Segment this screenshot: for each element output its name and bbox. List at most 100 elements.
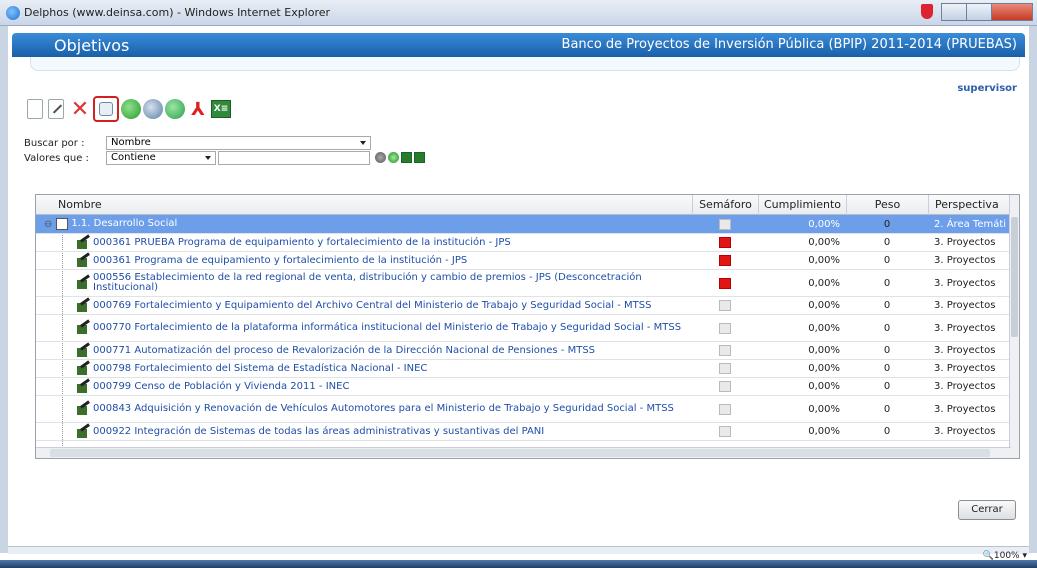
row-name-link[interactable]: 1.1. Desarrollo Social (71, 219, 177, 229)
ie-icon (6, 6, 20, 20)
back-icon[interactable] (165, 99, 185, 119)
minimize-button[interactable] (941, 3, 967, 21)
table-row[interactable]: 000799 Censo de Población y Vivienda 201… (36, 378, 1011, 396)
cell-perspectiva: 3. Proyectos (934, 381, 996, 392)
horizontal-scrollbar[interactable] (36, 447, 1011, 458)
close-window-button[interactable] (991, 3, 1033, 21)
cell-nombre: 000798 Fortalecimiento del Sistema de Es… (76, 360, 684, 377)
cell-perspectiva: 3. Proyectos (934, 300, 996, 311)
row-name-link[interactable]: 000556 Establecimiento de la red regiona… (93, 273, 684, 293)
column-header-perspectiva[interactable]: Perspectiva (928, 195, 1011, 215)
cell-semaforo (692, 423, 758, 440)
search-icon[interactable] (93, 96, 119, 122)
new-icon[interactable] (27, 99, 43, 119)
cell-cumplimiento: 0,00% (808, 322, 840, 334)
edit-check-icon (76, 322, 89, 334)
row-name-link[interactable]: 000798 Fortalecimiento del Sistema de Es… (93, 363, 427, 374)
refresh-icon[interactable] (121, 99, 141, 119)
row-name-link[interactable]: 000770 Fortalecimiento de la plataforma … (93, 323, 681, 333)
cell-cumplimiento: 0,00% (808, 426, 840, 437)
buscar-select[interactable]: Nombre (106, 136, 371, 150)
table-row[interactable]: ⊖ 1.1. Desarrollo Social 0,00% 0 2. Área Tem… (36, 215, 1011, 234)
cell-semaforo (692, 378, 758, 395)
row-name-link[interactable]: 000799 Censo de Población y Vivienda 201… (93, 381, 349, 392)
edit-icon[interactable] (48, 99, 64, 119)
table-row[interactable]: 000798 Fortalecimiento del Sistema de Es… (36, 360, 1011, 378)
chevron-down-icon (205, 156, 211, 160)
cell-semaforo (692, 342, 758, 359)
window-title-bar: Delphos (www.deinsa.com) - Windows Inter… (0, 0, 1037, 26)
grid-header: Nombre Semáforo Cumplimiento Peso Perspe… (36, 195, 1019, 215)
status-light-icon (719, 255, 731, 266)
row-name-link[interactable]: 000771 Automatización del proceso de Rev… (93, 345, 595, 356)
buscar-select-value: Nombre (111, 137, 151, 148)
status-light-icon (719, 426, 731, 437)
table-row[interactable]: 000770 Fortalecimiento de la plataforma … (36, 315, 1011, 342)
column-header-nombre[interactable]: Nombre (52, 195, 692, 215)
table-row[interactable]: 000843 Adquisición y Renovación de Vehíc… (36, 396, 1011, 423)
status-light-icon (719, 363, 731, 374)
table-row[interactable]: 000922 Integración de Sistemas de todas … (36, 423, 1011, 441)
cell-cumplimiento: 0,00% (808, 277, 840, 289)
cell-peso: 0 (883, 426, 891, 437)
delete-icon[interactable]: ✕ (69, 97, 91, 122)
table-row[interactable]: 000556 Establecimiento de la red regiona… (36, 270, 1011, 297)
table-row[interactable]: 000361 Programa de equipamiento y fortal… (36, 252, 1011, 270)
column-header-peso[interactable]: Peso (846, 195, 928, 215)
cell-semaforo (692, 315, 758, 341)
cell-cumplimiento: 0,00% (808, 363, 840, 374)
row-name-link[interactable]: 000361 PRUEBA Programa de equipamiento y… (93, 237, 511, 248)
cell-perspectiva: 3. Proyectos (934, 322, 996, 334)
cell-peso: 0 (883, 300, 891, 311)
cell-semaforo (692, 396, 758, 422)
column-header-cumplimiento[interactable]: Cumplimiento (758, 195, 846, 215)
row-name-link[interactable]: 000843 Adquisición y Renovación de Vehíc… (93, 404, 674, 414)
buscar-label: Buscar por : (24, 138, 85, 149)
status-light-icon (719, 237, 731, 248)
refresh-small-icon[interactable] (388, 152, 399, 163)
cell-nombre: 000769 Fortalecimiento y Equipamiento de… (76, 297, 684, 314)
edit-check-icon (76, 277, 89, 289)
cell-nombre: 000770 Fortalecimiento de la plataforma … (76, 315, 684, 341)
expand-icon[interactable] (401, 152, 412, 163)
window-title: Delphos (www.deinsa.com) - Windows Inter… (24, 6, 331, 19)
pdf-icon[interactable]: ⅄ (187, 98, 209, 120)
table-row[interactable]: 000771 Automatización del proceso de Rev… (36, 342, 1011, 360)
sub-header (30, 57, 1020, 71)
cell-peso: 0 (883, 345, 891, 356)
valores-select[interactable]: Contiene (106, 151, 216, 165)
cell-perspectiva: 2. Área Temáti (934, 218, 1007, 230)
cell-peso: 0 (883, 322, 891, 334)
cell-perspectiva: 3. Proyectos (934, 255, 996, 266)
cell-nombre: 000799 Censo de Población y Vivienda 201… (76, 378, 684, 395)
column-header-semaforo[interactable]: Semáforo (692, 195, 758, 215)
search-text-input[interactable] (218, 151, 370, 165)
row-name-link[interactable]: 000922 Integración de Sistemas de todas … (93, 426, 544, 437)
edit-check-icon (76, 300, 89, 312)
collapse-icon[interactable] (414, 152, 425, 163)
collapse-toggle-icon[interactable]: ⊖ (44, 219, 52, 230)
table-row[interactable]: 000361 PRUEBA Programa de equipamiento y… (36, 234, 1011, 252)
zoom-icon[interactable] (143, 99, 163, 119)
valores-label: Valores que : (24, 153, 89, 164)
cell-nombre: ⊖ 1.1. Desarrollo Social (44, 215, 684, 233)
window-controls (921, 3, 1033, 21)
vertical-scrollbar[interactable] (1009, 195, 1019, 458)
taskbar (0, 560, 1037, 568)
table-row[interactable]: 000769 Fortalecimiento y Equipamiento de… (36, 297, 1011, 315)
excel-icon[interactable]: X≡ (211, 100, 231, 118)
cell-peso: 0 (883, 218, 891, 230)
cell-cumplimiento: 0,00% (808, 300, 840, 311)
row-name-link[interactable]: 000769 Fortalecimiento y Equipamiento de… (93, 300, 651, 311)
page-header: Objetivos Banco de Proyectos de Inversió… (12, 33, 1025, 57)
cerrar-button[interactable]: Cerrar (958, 500, 1016, 520)
maximize-button[interactable] (966, 3, 992, 21)
search-go-icon[interactable] (375, 152, 386, 163)
cell-peso: 0 (883, 403, 891, 415)
cell-nombre: 000361 PRUEBA Programa de equipamiento y… (76, 234, 684, 251)
cell-cumplimiento: 0,00% (808, 403, 840, 415)
cell-peso: 0 (883, 363, 891, 374)
row-name-link[interactable]: 000361 Programa de equipamiento y fortal… (93, 255, 467, 266)
edit-check-icon (76, 255, 89, 267)
app-title: Banco de Proyectos de Inversión Pública … (561, 37, 1017, 52)
